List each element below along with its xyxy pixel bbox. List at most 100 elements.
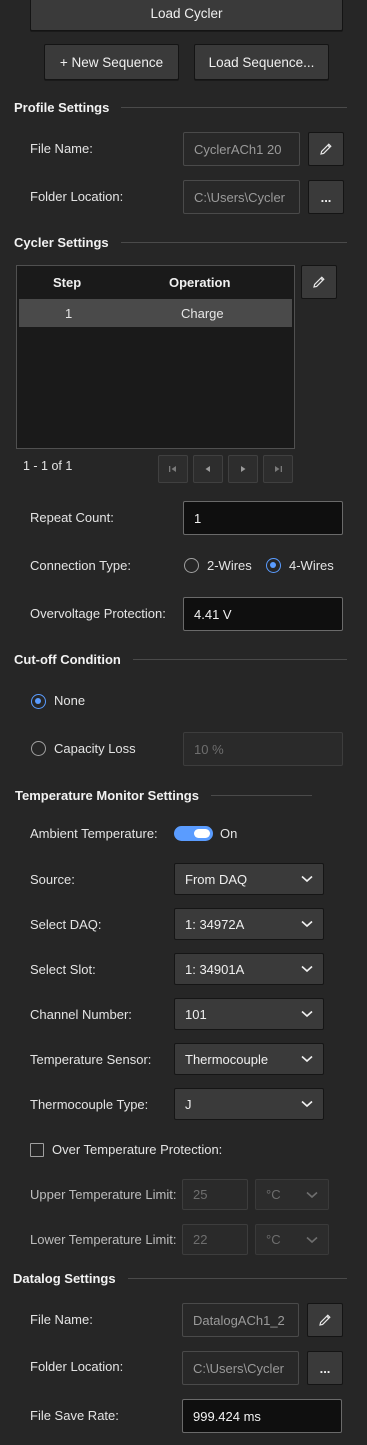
cycler-settings-title: Cycler Settings: [14, 234, 109, 250]
slot-value: 1: 34901A: [185, 961, 245, 977]
profile-settings-title: Profile Settings: [14, 99, 110, 115]
chevron-down-icon: [301, 1100, 313, 1108]
row-step: 1: [65, 306, 73, 321]
cutoff-header: Cut-off Condition: [14, 649, 347, 669]
otp-checkbox[interactable]: [30, 1143, 44, 1157]
thermocouple-type-label: Thermocouple Type:: [30, 1097, 149, 1112]
channel-label: Channel Number:: [30, 1007, 132, 1022]
source-value: From DAQ: [185, 871, 248, 887]
pagination-text: 1 - 1 of 1: [23, 459, 73, 473]
channel-value: 101: [185, 1006, 207, 1022]
last-page-button[interactable]: [263, 455, 293, 483]
radio-4-wires-label: 4-Wires: [289, 558, 334, 573]
datalog-folder-field[interactable]: C:\Users\Cycler: [182, 1351, 299, 1385]
column-operation: Operation: [169, 275, 231, 290]
source-select[interactable]: From DAQ: [174, 863, 324, 895]
radio-2-wires[interactable]: [184, 558, 199, 573]
new-sequence-button[interactable]: + New Sequence: [44, 44, 179, 80]
chevron-down-icon: [301, 875, 313, 883]
thermocouple-type-select[interactable]: J: [174, 1088, 324, 1120]
cycler-settings-header: Cycler Settings: [14, 232, 347, 252]
first-page-button[interactable]: [158, 455, 188, 483]
otp-label: Over Temperature Protection:: [52, 1142, 223, 1157]
repeat-count-input[interactable]: 1: [183, 501, 343, 535]
column-step: Step: [53, 275, 82, 290]
chevron-down-icon: [301, 965, 313, 973]
profile-file-name-label: File Name:: [30, 141, 93, 156]
pencil-icon: [319, 1314, 331, 1326]
next-page-button[interactable]: [228, 455, 258, 483]
lower-limit-input[interactable]: 22: [182, 1224, 248, 1255]
channel-select[interactable]: 101: [174, 998, 324, 1030]
upper-unit-value: °C: [266, 1187, 281, 1202]
lower-unit-value: °C: [266, 1232, 281, 1247]
datalog-file-name-label: File Name:: [30, 1312, 93, 1327]
pencil-icon: [313, 276, 325, 288]
first-page-icon: [169, 466, 176, 472]
radio-2-wires-label: 2-Wires: [207, 558, 252, 573]
daq-label: Select DAQ:: [30, 917, 102, 932]
load-sequence-button[interactable]: Load Sequence...: [194, 44, 329, 80]
table-row[interactable]: 1 Charge: [19, 299, 292, 327]
chevron-down-icon: [306, 1191, 318, 1198]
thermocouple-type-value: J: [185, 1096, 192, 1112]
chevron-down-icon: [301, 920, 313, 928]
divider: [120, 241, 347, 243]
chevron-down-icon: [301, 1010, 313, 1018]
pencil-icon: [320, 143, 332, 155]
edit-profile-file-button[interactable]: [308, 132, 344, 166]
datalog-file-name-field[interactable]: DatalogACh1_2: [182, 1303, 299, 1337]
next-page-icon: [241, 466, 246, 472]
radio-cutoff-none[interactable]: [31, 694, 46, 709]
ambient-state: On: [220, 826, 238, 841]
divider: [127, 1277, 347, 1279]
divider: [121, 106, 347, 108]
file-save-rate-input[interactable]: 999.424 ms: [182, 1399, 342, 1433]
chevron-down-icon: [301, 1055, 313, 1063]
divider: [132, 658, 347, 660]
datalog-title: Datalog Settings: [13, 1270, 116, 1286]
sensor-label: Temperature Sensor:: [30, 1052, 152, 1067]
sensor-select[interactable]: Thermocouple: [174, 1043, 324, 1075]
upper-unit-select[interactable]: °C: [255, 1179, 329, 1210]
daq-select[interactable]: 1: 34972A: [174, 908, 324, 940]
daq-value: 1: 34972A: [185, 916, 245, 932]
steps-table: Step Operation 1 Charge: [16, 265, 295, 449]
last-page-icon: [275, 466, 282, 472]
ovp-input[interactable]: 4.41 V: [183, 597, 343, 631]
edit-steps-button[interactable]: [301, 265, 337, 299]
upper-limit-input[interactable]: 25: [182, 1179, 248, 1210]
sensor-value: Thermocouple: [185, 1051, 269, 1067]
capacity-loss-input[interactable]: 10 %: [183, 732, 343, 766]
profile-folder-label: Folder Location:: [30, 189, 124, 204]
datalog-browse-button[interactable]: ...: [307, 1351, 343, 1385]
previous-page-icon: [205, 466, 210, 472]
radio-capacity-loss-label: Capacity Loss: [54, 741, 136, 756]
upper-limit-label: Upper Temperature Limit:: [30, 1187, 177, 1202]
cutoff-title: Cut-off Condition: [14, 651, 121, 667]
lower-unit-select[interactable]: °C: [255, 1224, 329, 1255]
datalog-folder-label: Folder Location:: [30, 1359, 124, 1374]
connection-type-label: Connection Type:: [30, 558, 131, 573]
datalog-header: Datalog Settings: [13, 1268, 347, 1288]
toggle-knob: [194, 829, 210, 838]
radio-capacity-loss[interactable]: [31, 741, 46, 756]
profile-file-name-field[interactable]: CyclerACh1 20: [183, 132, 300, 166]
profile-settings-header: Profile Settings: [14, 97, 347, 117]
profile-folder-field[interactable]: C:\Users\Cycler: [183, 180, 300, 214]
ambient-toggle[interactable]: [174, 826, 213, 841]
ovp-label: Overvoltage Protection:: [30, 606, 166, 621]
slot-select[interactable]: 1: 34901A: [174, 953, 324, 985]
previous-page-button[interactable]: [193, 455, 223, 483]
row-operation: Charge: [181, 306, 224, 321]
load-cycler-button[interactable]: Load Cycler: [30, 0, 343, 31]
ambient-temperature-label: Ambient Temperature:: [30, 826, 158, 841]
radio-4-wires[interactable]: [266, 558, 281, 573]
temperature-header: Temperature Monitor Settings: [15, 785, 312, 805]
profile-browse-button[interactable]: ...: [308, 180, 344, 214]
source-label: Source:: [30, 872, 75, 887]
edit-datalog-file-button[interactable]: [307, 1303, 343, 1337]
repeat-count-label: Repeat Count:: [30, 510, 114, 525]
lower-limit-label: Lower Temperature Limit:: [30, 1232, 177, 1247]
temperature-title: Temperature Monitor Settings: [15, 787, 199, 803]
